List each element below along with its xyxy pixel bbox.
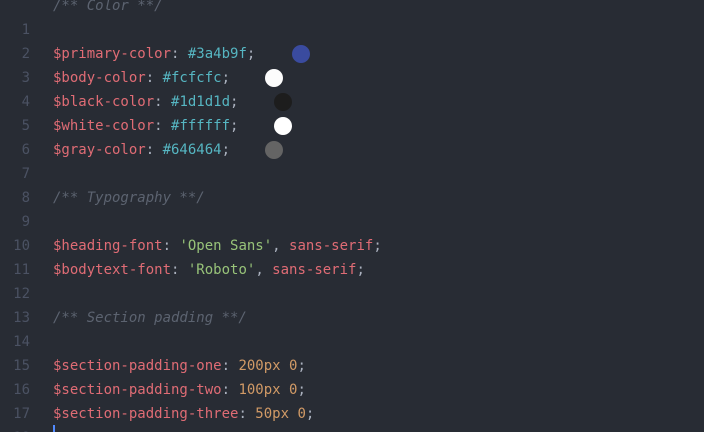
colon: : [145,70,163,86]
color-value: #646464 [162,142,222,158]
code-line-5[interactable]: 5 $black-color: #1d1d1d; [0,90,704,134]
code-line-4[interactable]: 4 $body-color: #fcfcfc; [0,66,704,110]
colon: : [238,406,256,422]
padding-value: 100px [238,382,281,398]
variable-name: $section-padding-one [53,358,222,374]
code-line-1[interactable]: 1 /** Color **/ [0,0,704,38]
comma: , [255,262,273,278]
font-family-string: 'Open Sans' [179,238,273,254]
semicolon: ; [221,142,231,158]
variable-name: $bodytext-font [53,262,172,278]
variable-name: $heading-font [53,238,163,254]
code-line-14[interactable]: 14 /** Section padding **/ [0,306,704,350]
comma: , [272,238,290,254]
comment-typography: /** Typography **/ [53,190,205,206]
color-value: #1d1d1d [171,94,231,110]
semicolon: ; [230,94,239,110]
colon: : [154,94,172,110]
comment-color: /** Color **/ [53,0,163,14]
font-family-string: 'Roboto' [187,262,256,278]
variable-name: $section-padding-three [53,406,239,422]
variable-name: $primary-color [53,46,172,62]
semicolon: ; [356,262,365,278]
colon: : [221,358,239,374]
colon: : [171,46,188,62]
color-swatch-gray[interactable] [265,141,283,159]
colon: : [221,382,239,398]
code-line-15[interactable]: 15 [0,330,704,374]
code-line-16[interactable]: 16 $section-padding-one: 200px 0; [0,354,704,398]
color-value: #fcfcfc [162,70,222,86]
code-line-9[interactable]: 9 /** Typography **/ [0,186,704,230]
semicolon: ; [221,70,231,86]
code-line-7[interactable]: 7 $gray-color: #646464; [0,138,704,182]
code-editor[interactable]: 1 /** Color **/ 2 3 $primary-color: #3a4… [0,0,704,432]
code-line-2[interactable]: 2 [0,18,704,62]
text-cursor [53,425,55,432]
colon: : [162,238,180,254]
padding-zero: 0 [297,406,306,422]
code-line-17[interactable]: 17 $section-padding-two: 100px 0; [0,378,704,422]
font-fallback: sans-serif [272,262,357,278]
color-value: #3a4b9f [187,46,247,62]
variable-name: $white-color [53,118,155,134]
semicolon: ; [305,406,315,422]
comment-section-padding: /** Section padding **/ [53,310,247,326]
padding-value: 200px [238,358,281,374]
code-line-11[interactable]: 11 $heading-font: 'Open Sans', sans-seri… [0,234,704,278]
variable-name: $black-color [53,94,155,110]
semicolon: ; [373,238,382,254]
color-swatch-white[interactable] [274,117,292,135]
semicolon: ; [246,46,256,62]
code-line-12[interactable]: 12 $bodytext-font: 'Roboto', sans-serif; [0,258,704,302]
color-swatch-primary[interactable] [292,45,310,63]
color-value: #ffffff [171,118,231,134]
font-fallback: sans-serif [289,238,374,254]
semicolon: ; [297,358,306,374]
colon: : [145,142,163,158]
color-swatch-body[interactable] [265,69,283,87]
code-line-10[interactable]: 10 [0,210,704,254]
variable-name: $gray-color [53,142,146,158]
semicolon: ; [230,118,239,134]
code-line-13[interactable]: 13 [0,282,704,326]
padding-value: 50px [255,406,290,422]
color-swatch-black[interactable] [274,93,292,111]
code-line-8[interactable]: 8 [0,162,704,206]
colon: : [154,118,172,134]
code-line-18[interactable]: 18 $section-padding-three: 50px 0; [0,402,704,432]
colon: : [171,262,188,278]
code-line-6[interactable]: 6 $white-color: #ffffff; [0,114,704,158]
code-line-3[interactable]: 3 $primary-color: #3a4b9f; [0,42,704,86]
semicolon: ; [297,382,306,398]
line-number: 18 [0,426,30,432]
variable-name: $section-padding-two [53,382,222,398]
variable-name: $body-color [53,70,146,86]
